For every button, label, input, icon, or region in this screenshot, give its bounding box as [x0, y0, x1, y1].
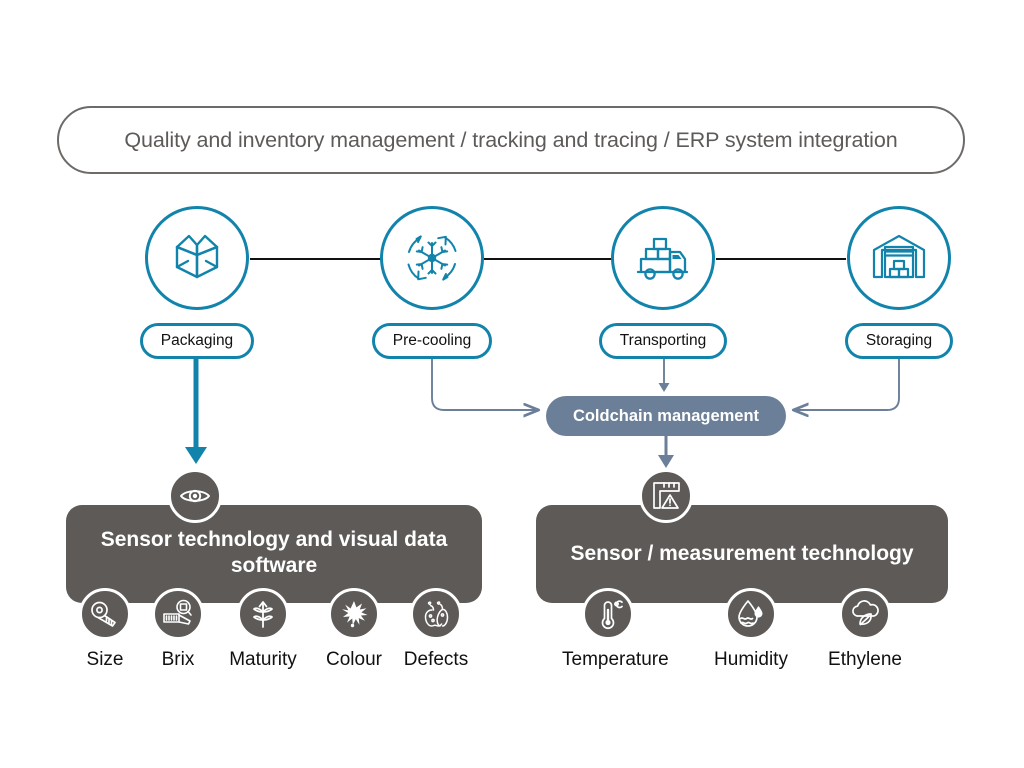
pre-cooling-pill[interactable]: Pre-cooling [371, 323, 493, 359]
arrow-storaging-to-coldchain [794, 356, 900, 410]
transporting-label: Transporting [619, 332, 707, 349]
metric-size-chip [79, 588, 131, 640]
metric-brix-chip [152, 588, 204, 640]
measurement-warning-icon-badge [639, 469, 693, 523]
warehouse-icon [866, 225, 932, 291]
packaging-label: Packaging [160, 332, 234, 349]
storaging-label: Storaging [865, 332, 933, 349]
colour-splash-icon [337, 597, 371, 631]
arrow-packaging-to-sensor-panel [185, 356, 207, 464]
storaging-pill[interactable]: Storaging [844, 323, 954, 359]
header-banner: Quality and inventory management / track… [57, 106, 965, 174]
metric-humidity-chip [725, 588, 777, 640]
metric-brix-label: Brix [161, 649, 195, 670]
thermometer-icon [591, 597, 625, 631]
pre-cooling-label: Pre-cooling [392, 332, 472, 349]
blemished-fruit-icon [419, 597, 453, 631]
process-node-packaging[interactable]: Packaging [97, 206, 297, 359]
measuring-tape-icon [88, 597, 122, 631]
packaging-pill[interactable]: Packaging [139, 323, 255, 359]
metric-humidity[interactable]: Humidity [705, 588, 797, 671]
delivery-truck-icon [629, 224, 697, 292]
measurement-warning-icon [649, 479, 683, 513]
metric-colour-label: Colour [326, 649, 382, 670]
open-box-icon [164, 225, 230, 291]
leaf-cloud-icon [848, 597, 882, 631]
arrow-precooling-to-coldchain [431, 356, 538, 410]
metric-defects-chip [410, 588, 462, 640]
water-droplet-icon [734, 597, 768, 631]
metric-maturity-chip [237, 588, 289, 640]
arrow-transporting-to-coldchain [658, 356, 670, 392]
metric-colour[interactable]: Colour [308, 588, 400, 671]
metric-maturity[interactable]: Maturity [217, 588, 309, 671]
metric-maturity-label: Maturity [229, 649, 297, 670]
refractometer-icon [161, 597, 195, 631]
metric-ethylene-chip [839, 588, 891, 640]
metric-temperature[interactable]: Temperature [562, 588, 669, 671]
pre-cooling-circle [380, 206, 484, 310]
process-node-transporting[interactable]: Transporting [563, 206, 763, 359]
sensor-measurement-panel-title: Sensor / measurement technology [570, 542, 914, 565]
process-node-storaging[interactable]: Storaging [799, 206, 999, 359]
sensor-technology-panel-title: Sensor technology and visual data softwa… [100, 528, 448, 577]
transporting-pill[interactable]: Transporting [598, 323, 728, 359]
metric-ethylene[interactable]: Ethylene [819, 588, 911, 671]
transporting-circle [611, 206, 715, 310]
diagram-canvas: Quality and inventory management / track… [0, 0, 1024, 768]
storaging-circle [847, 206, 951, 310]
packaging-circle [145, 206, 249, 310]
snowflake-cycle-icon [397, 223, 467, 293]
metric-defects-label: Defects [403, 649, 469, 670]
arrow-coldchain-to-measurement-panel [658, 436, 674, 468]
process-node-pre-cooling[interactable]: Pre-cooling [332, 206, 532, 359]
header-banner-text: Quality and inventory management / track… [124, 127, 898, 152]
coldchain-management-node[interactable]: Coldchain management [546, 396, 786, 436]
metric-humidity-label: Humidity [714, 649, 788, 670]
metric-ethylene-label: Ethylene [828, 649, 902, 670]
eye-icon [177, 478, 213, 514]
metric-temperature-chip [582, 588, 634, 640]
metric-temperature-label: Temperature [562, 649, 669, 670]
metric-colour-chip [328, 588, 380, 640]
coldchain-management-label: Coldchain management [572, 406, 760, 425]
metric-brix[interactable]: Brix [132, 588, 224, 671]
sprout-icon [246, 597, 280, 631]
metric-defects[interactable]: Defects [390, 588, 482, 671]
eye-icon-badge [168, 469, 222, 523]
